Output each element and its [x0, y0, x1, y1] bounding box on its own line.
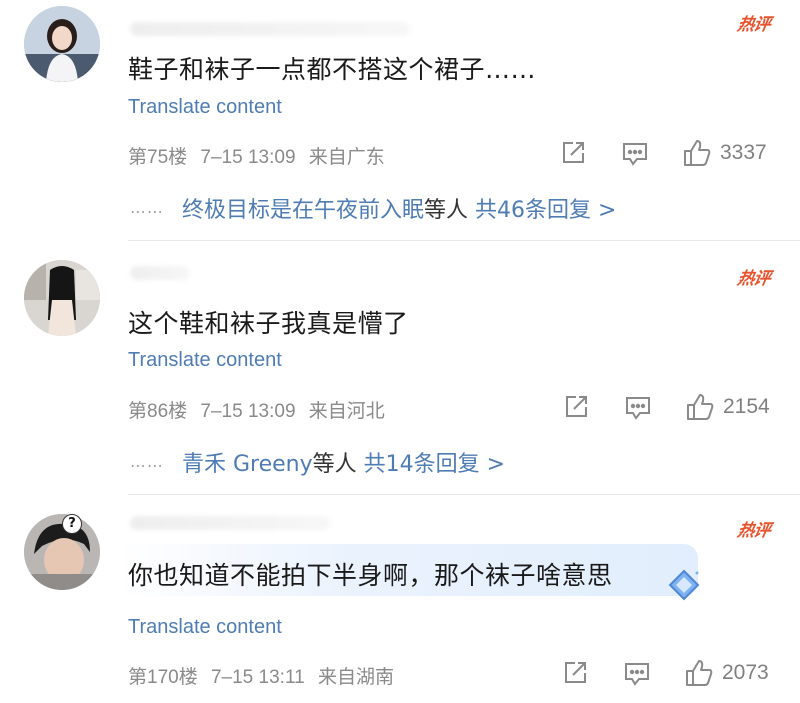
avatar[interactable]: [24, 6, 100, 82]
translate-link[interactable]: Translate content: [128, 349, 282, 372]
comment-meta: 第86楼 7–15 13:09 来自河北: [128, 396, 393, 423]
reply-names: 青禾 Greeny: [182, 452, 313, 477]
like-count: 2154: [723, 395, 770, 418]
reply-dots: ⋯⋯: [130, 201, 164, 221]
reply-others: 等人: [312, 452, 357, 477]
divider: [128, 494, 800, 495]
comment-text: 你也知道不能拍下半身啊，那个袜子啥意思: [128, 561, 613, 590]
timestamp: 7–15 13:09: [200, 147, 296, 168]
share-icon: [565, 662, 586, 683]
translate-link[interactable]: Translate content: [128, 616, 282, 639]
share-icon: [563, 142, 584, 163]
reply-count: 共46条回复 >: [475, 198, 617, 223]
comment-button[interactable]: [621, 141, 649, 167]
like-button[interactable]: 2154: [685, 392, 770, 422]
timestamp: 7–15 13:11: [210, 667, 305, 688]
replies-link[interactable]: ⋯⋯ 终极目标是在午夜前入眠等人 共46条回复 >: [130, 192, 616, 224]
avatar-image: [24, 260, 100, 336]
floor-number: 第170楼: [128, 667, 198, 688]
comment-text: 鞋子和袜子一点都不搭这个裙子……: [128, 55, 537, 84]
comment-button[interactable]: [624, 395, 652, 421]
hot-comment-badge: 热评: [735, 15, 772, 35]
location: 来自湖南: [317, 667, 394, 688]
comment-icon: [626, 397, 650, 420]
comment-meta: 第170楼 7–15 13:11 来自湖南: [128, 662, 402, 689]
share-button[interactable]: [563, 394, 589, 420]
comment-card: 热评 鞋子和袜子一点都不搭这个裙子…… Translate content 第7…: [0, 0, 800, 240]
timestamp: 7–15 13:09: [200, 401, 296, 422]
thumbs-up-icon: [686, 660, 713, 686]
location: 来自河北: [308, 401, 385, 422]
diamond-badge-icon: [668, 569, 700, 601]
question-badge: ?: [62, 514, 82, 534]
share-button[interactable]: [560, 140, 586, 166]
hot-comment-badge: 热评: [735, 269, 772, 289]
replies-link[interactable]: ⋯⋯ 青禾 Greeny等人 共14条回复 >: [130, 446, 505, 478]
reply-others: 等人: [424, 198, 469, 223]
username-placeholder[interactable]: [130, 22, 410, 36]
reply-names: 终极目标是在午夜前入眠: [182, 198, 425, 223]
comment-text: 这个鞋和袜子我真是懵了: [128, 309, 409, 338]
thumbs-up-icon: [684, 140, 711, 166]
like-count: 2073: [722, 661, 769, 684]
share-button[interactable]: [562, 660, 588, 686]
like-button[interactable]: 2073: [684, 658, 769, 688]
comment-meta: 第75楼 7–15 13:09 来自广东: [128, 142, 393, 169]
reply-count: 共14条回复 >: [363, 452, 506, 477]
avatar-image: [24, 6, 100, 82]
comment-icon: [625, 663, 649, 686]
username-placeholder[interactable]: [130, 266, 190, 280]
share-icon: [566, 396, 587, 417]
hot-comment-badge: 热评: [735, 521, 772, 541]
like-count: 3337: [720, 141, 767, 164]
comment-card: 热评 这个鞋和袜子我真是懵了 Translate content 第86楼 7–…: [0, 242, 800, 494]
thumbs-up-icon: [687, 394, 714, 420]
floor-number: 第86楼: [128, 401, 188, 422]
floor-number: 第75楼: [128, 147, 188, 168]
location: 来自广东: [308, 147, 385, 168]
like-button[interactable]: 3337: [682, 138, 767, 168]
reply-dots: ⋯⋯: [130, 455, 164, 475]
comment-button[interactable]: [623, 661, 651, 687]
username-placeholder[interactable]: [130, 516, 330, 530]
avatar[interactable]: [24, 260, 100, 336]
comment-icon: [623, 143, 647, 166]
divider: [128, 240, 800, 241]
translate-link[interactable]: Translate content: [128, 96, 282, 119]
